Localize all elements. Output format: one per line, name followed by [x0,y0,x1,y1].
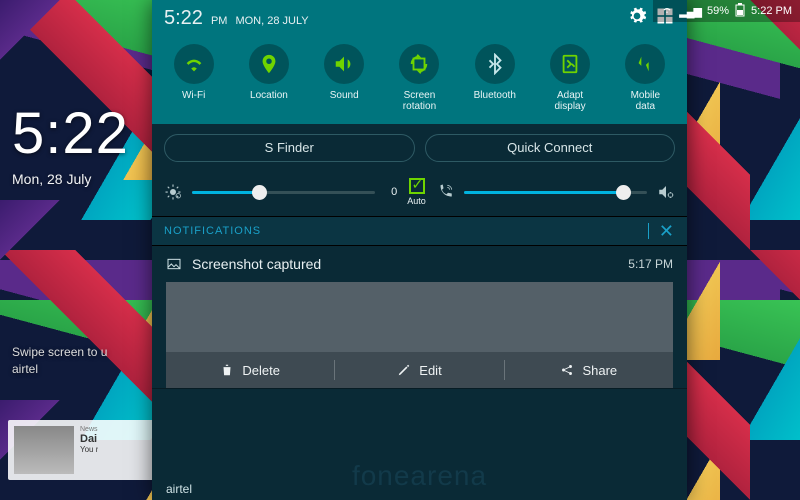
utility-row: S Finder Quick Connect [152,124,687,172]
pencil-icon [397,363,411,377]
toggle-rotation-label: Screenrotation [403,90,436,112]
wifi-status-icon [661,4,673,19]
panel-ampm: PM [211,15,228,27]
system-time: 5:22 PM [751,5,792,17]
toggle-location[interactable]: Location [233,44,305,112]
toggle-bluetooth[interactable]: Bluetooth [459,44,531,112]
trash-icon [220,363,234,377]
share-icon [560,363,574,377]
system-status-bar: ▂▄▆ 59% 5:22 PM [653,0,800,22]
notifications-header: NOTIFICATIONS ✕ [152,216,687,246]
notifications-label: NOTIFICATIONS [164,225,261,237]
quick-toggles: Wi-Fi Location Sound Screenrotation Blue… [152,36,687,124]
panel-header: 5:22 PM MON, 28 JULY [152,0,687,36]
screenshot-preview [166,282,673,352]
notification-panel: 5:22 PM MON, 28 JULY Wi-Fi Location Soun… [152,0,687,500]
call-volume-icon [436,183,454,201]
edit-button[interactable]: Edit [335,352,503,388]
panel-time: 5:22 [164,7,203,30]
quickconnect-button[interactable]: Quick Connect [425,134,676,162]
clear-notifications-button[interactable]: ✕ [659,221,675,242]
lock-swipe-hint: Swipe screen to u [12,345,152,359]
toggle-wifi[interactable]: Wi-Fi [158,44,230,112]
magazine-thumb [14,426,74,474]
toggle-mobile-data[interactable]: Mobiledata [609,44,681,112]
share-button[interactable]: Share [505,352,673,388]
panel-date: MON, 28 JULY [235,15,308,27]
notification-time: 5:17 PM [628,257,673,271]
panel-carrier: airtel [166,482,192,496]
lock-screen: 5:22 Mon, 28 July Swipe screen to u airt… [12,100,129,187]
panel-empty-area: fonearena airtel [152,389,687,500]
brightness-slider[interactable] [192,191,375,194]
toggle-sound[interactable]: Sound [308,44,380,112]
magazine-text: News Dai You r [80,426,98,474]
watermark: fonearena [152,460,687,492]
lock-time: 5:22 [12,100,129,167]
volume-slider[interactable] [464,191,647,194]
signal-icon: ▂▄▆ [679,5,701,18]
battery-icon [735,3,745,20]
image-icon [166,256,182,272]
notification-title: Screenshot captured [192,256,321,272]
battery-text: 59% [707,5,729,17]
delete-button[interactable]: Delete [166,352,334,388]
sliders-row: 0 Auto [152,172,687,216]
toggle-adapt-display[interactable]: Adaptdisplay [534,44,606,112]
lock-date: Mon, 28 July [12,171,129,187]
toggle-data-label: Mobiledata [631,90,660,112]
toggle-rotation[interactable]: Screenrotation [383,44,455,112]
auto-brightness-checkbox[interactable]: Auto [407,178,426,206]
brightness-icon [164,183,182,201]
sound-settings-icon [657,183,675,201]
settings-icon[interactable] [627,6,647,31]
brightness-value: 0 [385,186,397,198]
notification-item[interactable]: Screenshot captured 5:17 PM Delete Edit … [152,246,687,389]
sfinder-button[interactable]: S Finder [164,134,415,162]
lock-carrier: airtel [12,362,38,376]
toggle-adapt-label: Adaptdisplay [554,90,585,112]
notification-actions: Delete Edit Share [166,352,673,388]
